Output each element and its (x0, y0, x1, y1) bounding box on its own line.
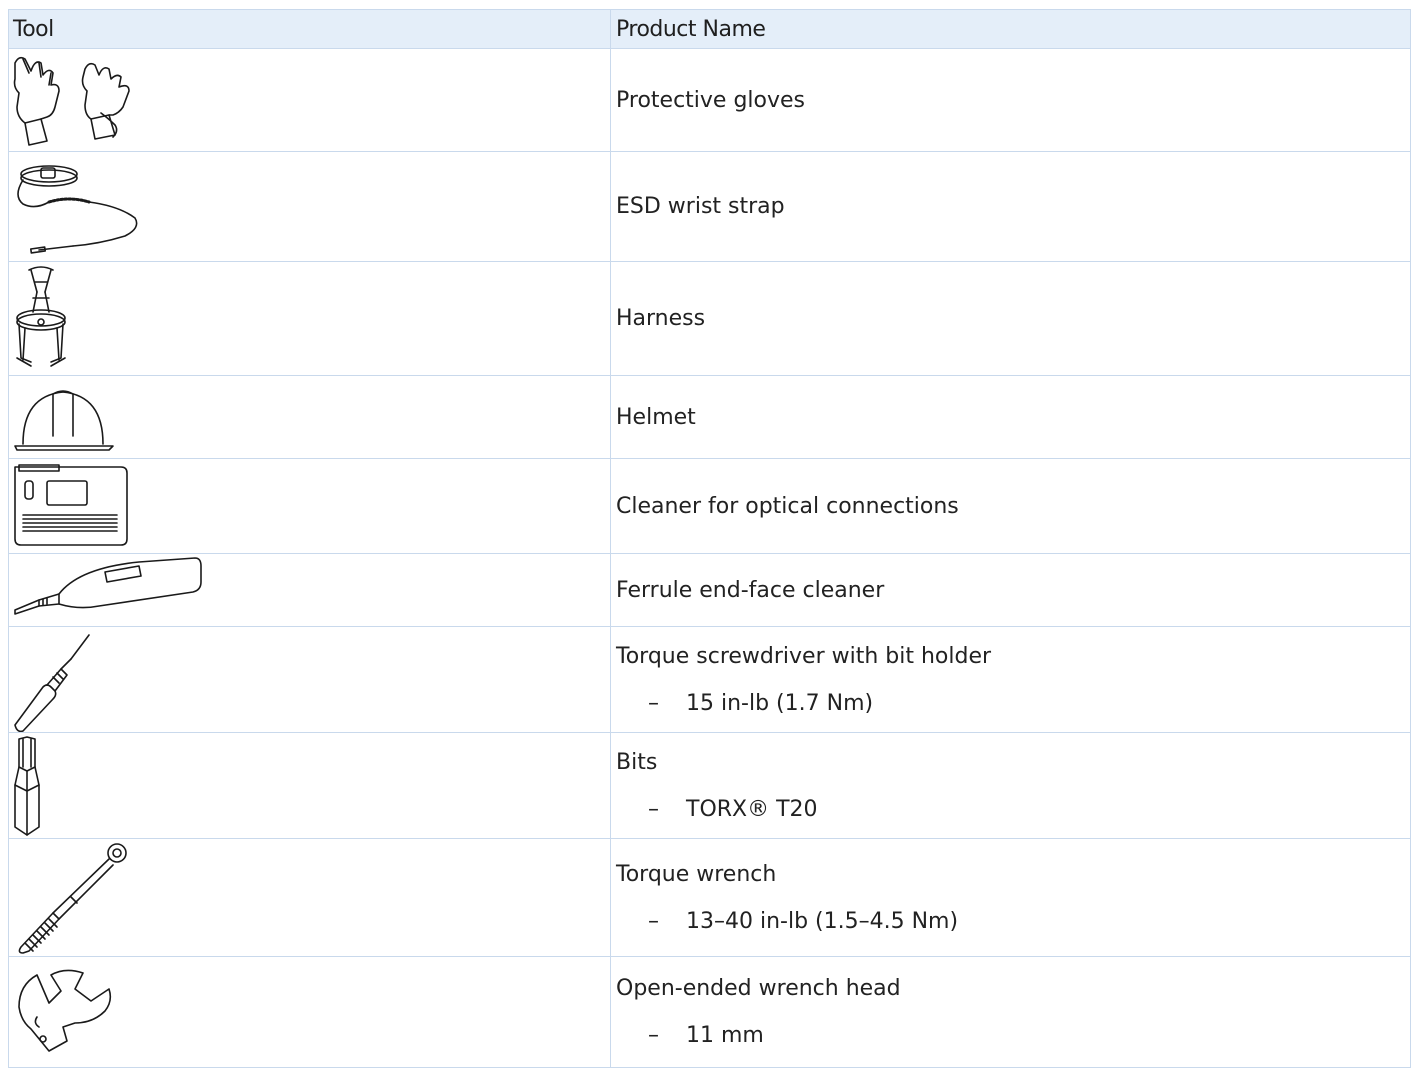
product-name-cell: Cleaner for optical connections (610, 458, 1411, 554)
product-name-cell: Protective gloves (610, 48, 1411, 152)
torque-screwdriver-icon (14, 634, 90, 732)
tool-cell (8, 375, 611, 459)
product-detail-text: 13–40 in-lb (1.5–4.5 Nm) (686, 908, 959, 934)
product-detail-text: TORX® T20 (686, 796, 818, 822)
product-name: Helmet (616, 404, 696, 430)
product-detail: – 11 mm (616, 1023, 1410, 1048)
product-detail-text: 11 mm (686, 1023, 764, 1048)
product-name-cell: ESD wrist strap (610, 151, 1411, 262)
list-dash: – (648, 690, 659, 716)
product-name: Protective gloves (616, 87, 805, 113)
product-name-cell: Harness (610, 261, 1411, 376)
tool-cell (8, 261, 611, 376)
product-name: Harness (616, 306, 706, 331)
table-row: Harness (8, 261, 1411, 376)
product-name: ESD wrist strap (616, 194, 785, 219)
table-row: Torque screwdriver with bit holder – 15 i… (8, 626, 1411, 733)
tool-cell (8, 956, 611, 1068)
product-name: Torque screwdriver with bit holder (616, 643, 992, 669)
header-product-name: Product Name (610, 9, 1411, 49)
table-row: Cleaner for optical connections (8, 458, 1411, 554)
table-row: Protective gloves (8, 48, 1411, 152)
list-dash: – (648, 1023, 659, 1048)
product-name: Open-ended wrench head (616, 976, 901, 1001)
torque-wrench-icon (18, 843, 127, 954)
header-tool: Tool (8, 9, 611, 49)
optical-cleaner-icon (14, 464, 128, 546)
tool-cell (8, 732, 611, 839)
product-name-cell: Torque wrench – 13–40 in-lb (1.5–4.5 Nm) (610, 838, 1411, 957)
product-detail: – 13–40 in-lb (1.5–4.5 Nm) (616, 909, 1410, 934)
list-dash: – (648, 908, 659, 934)
esd-wrist-strap-icon (17, 165, 138, 254)
protective-gloves-icon (13, 56, 130, 146)
tool-cell (8, 553, 611, 627)
product-name-cell: Open-ended wrench head – 11 mm (610, 956, 1411, 1068)
tool-cell (8, 48, 611, 152)
ferrule-cleaner-icon (14, 557, 202, 615)
table-header-row: Tool Product Name (8, 9, 1411, 49)
open-ended-wrench-icon (18, 969, 112, 1052)
table-row: Ferrule end-face cleaner (8, 553, 1411, 627)
product-name-cell: Bits – TORX® T20 (610, 732, 1411, 839)
list-dash: – (648, 796, 659, 822)
product-detail: – TORX® T20 (616, 797, 1410, 822)
helmet-icon (14, 390, 114, 451)
table-row: ESD wrist strap (8, 151, 1411, 262)
product-name: Ferrule end-face cleaner (616, 577, 885, 603)
torx-bit-icon (14, 736, 40, 836)
harness-icon (16, 266, 66, 367)
product-name: Torque wrench (616, 861, 777, 887)
product-name: Bits (616, 749, 658, 775)
product-name: Cleaner for optical connections (616, 493, 959, 519)
tools-table: Tool Product Name Protective gloves ESD … (8, 9, 1411, 1068)
table-row: Open-ended wrench head – 11 mm (8, 956, 1411, 1068)
table-row: Bits – TORX® T20 (8, 732, 1411, 839)
table-row: Helmet (8, 375, 1411, 459)
product-name-cell: Torque screwdriver with bit holder – 15 i… (610, 626, 1411, 733)
product-detail: – 15 in-lb (1.7 Nm) (616, 691, 1410, 716)
tool-cell (8, 458, 611, 554)
table-row: Torque wrench – 13–40 in-lb (1.5–4.5 Nm) (8, 838, 1411, 957)
product-name-cell: Helmet (610, 375, 1411, 459)
tool-cell (8, 838, 611, 957)
product-name-cell: Ferrule end-face cleaner (610, 553, 1411, 627)
product-detail-text: 15 in-lb (1.7 Nm) (686, 690, 874, 716)
tool-cell (8, 151, 611, 262)
tool-cell (8, 626, 611, 733)
